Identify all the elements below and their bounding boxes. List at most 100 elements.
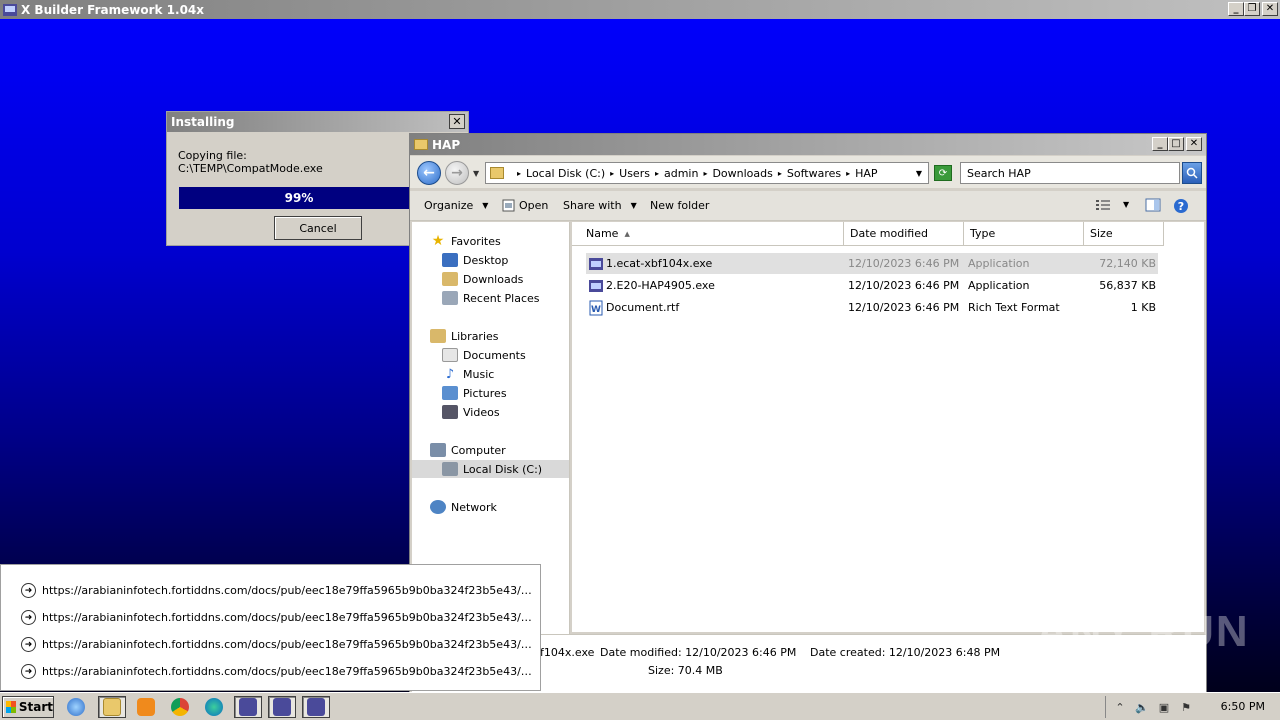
organize-button[interactable]: Organize ▼ — [424, 199, 488, 212]
nav-videos[interactable]: Videos — [442, 403, 500, 421]
explorer-minimize-button[interactable]: _ — [1152, 137, 1168, 151]
chevron-right-icon[interactable]: ▸ — [517, 169, 521, 178]
open-icon — [502, 199, 515, 212]
preview-pane-icon[interactable] — [1145, 198, 1161, 215]
file-size: 56,837 KB — [1099, 279, 1156, 292]
chevron-down-icon: ▼ — [482, 201, 489, 210]
url-suggestion-item[interactable]: ➜ https://arabianinfotech.fortiddns.com/… — [21, 583, 536, 598]
help-icon[interactable]: ? — [1173, 198, 1189, 217]
installing-close-button[interactable]: ✕ — [449, 114, 465, 129]
table-row[interactable]: W Document.rtf 12/10/2023 6:46 PM Rich T… — [586, 297, 1158, 318]
taskbar-edge[interactable] — [200, 696, 228, 718]
column-type-label: Type — [970, 227, 996, 240]
installing-title-bar: Installing ✕ — [167, 112, 468, 132]
url-suggestion-item[interactable]: ➜ https://arabianinfotech.fortiddns.com/… — [21, 637, 536, 652]
nav-local-disk[interactable]: Local Disk (C:) — [412, 460, 569, 478]
chevron-down-icon[interactable]: ▼ — [916, 169, 922, 178]
column-header-size[interactable]: Size — [1084, 222, 1164, 246]
breadcrumb-softwares[interactable]: Softwares — [787, 167, 841, 180]
url-suggestion-item[interactable]: ➜ https://arabianinfotech.fortiddns.com/… — [21, 664, 536, 679]
refresh-icon[interactable]: ⟳ — [934, 165, 952, 181]
breadcrumb-users[interactable]: Users — [619, 167, 650, 180]
nav-libraries[interactable]: Libraries — [430, 327, 499, 345]
nav-documents[interactable]: Documents — [442, 346, 526, 364]
open-button[interactable]: Open — [502, 199, 548, 212]
music-icon: ♪ — [445, 366, 455, 382]
column-header-date[interactable]: Date modified — [844, 222, 964, 246]
action-center-flag-icon[interactable]: ⚑ — [1178, 699, 1194, 715]
column-name-label: Name — [586, 227, 619, 240]
file-list: Name ▲ Date modified Type Size 1.ecat-xbf… — [572, 222, 1204, 632]
file-date: 12/10/2023 6:46 PM — [848, 301, 960, 314]
url-text: https://arabianinfotech.fortiddns.com/do… — [42, 665, 536, 678]
taskbar-app-3[interactable] — [302, 696, 330, 718]
nav-local-disk-label: Local Disk (C:) — [463, 462, 543, 476]
chevron-right-icon[interactable]: ▸ — [610, 169, 614, 178]
close-button[interactable]: ✕ — [1262, 2, 1278, 16]
taskbar-chrome[interactable] — [166, 696, 194, 718]
column-header-type[interactable]: Type — [964, 222, 1084, 246]
chevron-right-icon[interactable]: ▸ — [846, 169, 850, 178]
application-icon — [239, 698, 257, 716]
breadcrumb[interactable]: ▸ Local Disk (C:) ▸ Users ▸ admin ▸ Down… — [485, 162, 929, 184]
forward-arrow-icon[interactable]: → — [445, 161, 469, 185]
breadcrumb-admin[interactable]: admin — [664, 167, 698, 180]
installing-message: Copying file: C:\TEMP\CompatMode.exe — [178, 149, 323, 175]
chevron-down-icon[interactable]: ▼ — [1123, 200, 1129, 209]
share-with-button[interactable]: Share with ▼ — [563, 199, 637, 212]
chevron-right-icon[interactable]: ▸ — [703, 169, 707, 178]
nav-downloads-label: Downloads — [463, 272, 524, 286]
network-icon[interactable]: ▣ — [1156, 699, 1172, 715]
table-row[interactable]: 1.ecat-xbf104x.exe 12/10/2023 6:46 PM Ap… — [586, 253, 1158, 274]
svg-text:?: ? — [1178, 200, 1184, 213]
nav-desktop[interactable]: Desktop — [442, 251, 508, 269]
explorer-maximize-button[interactable]: □ — [1168, 137, 1184, 151]
file-date: 12/10/2023 6:46 PM — [848, 279, 960, 292]
show-hidden-icons-icon[interactable]: ⌃ — [1112, 699, 1128, 715]
nav-music[interactable]: ♪ Music — [442, 365, 494, 383]
explorer-title-bar: HAP _ □ ✕ — [410, 134, 1206, 155]
back-arrow-icon[interactable]: ← — [417, 161, 441, 185]
breadcrumb-downloads[interactable]: Downloads — [712, 167, 772, 180]
taskbar-explorer[interactable] — [98, 696, 126, 718]
nav-network[interactable]: Network — [430, 498, 497, 516]
application-icon — [589, 279, 603, 292]
taskbar-app-1[interactable] — [234, 696, 262, 718]
minimize-button[interactable]: _ — [1228, 2, 1244, 16]
view-options-icon[interactable] — [1095, 198, 1111, 215]
search-input[interactable]: Search HAP — [960, 162, 1180, 184]
restore-button[interactable]: ❐ — [1244, 2, 1260, 16]
taskbar-media-player[interactable] — [132, 696, 160, 718]
nav-recent-places[interactable]: Recent Places — [442, 289, 540, 307]
cancel-button[interactable]: Cancel — [274, 216, 362, 240]
start-button[interactable]: Start — [2, 696, 54, 718]
recent-pages-chevron-icon[interactable]: ▼ — [473, 169, 479, 178]
chrome-icon — [171, 698, 189, 716]
nav-computer-label: Computer — [451, 443, 506, 457]
nav-pictures[interactable]: Pictures — [442, 384, 507, 402]
search-icon[interactable] — [1182, 162, 1202, 184]
taskbar-app-2[interactable] — [268, 696, 296, 718]
volume-icon[interactable]: 🔈 — [1134, 699, 1150, 715]
clock[interactable]: 6:50 PM — [1221, 700, 1265, 713]
table-row[interactable]: 2.E20-HAP4905.exe 12/10/2023 6:46 PM App… — [586, 275, 1158, 296]
breadcrumb-hap[interactable]: HAP — [855, 167, 877, 180]
url-text: https://arabianinfotech.fortiddns.com/do… — [42, 611, 536, 624]
nav-recent-places-label: Recent Places — [463, 291, 540, 305]
nav-downloads[interactable]: Downloads — [442, 270, 523, 288]
arrow-right-circle-icon: ➜ — [21, 664, 36, 679]
downloads-icon — [442, 272, 458, 286]
svg-text:W: W — [591, 305, 601, 315]
new-folder-button[interactable]: New folder — [650, 199, 709, 212]
chevron-right-icon[interactable]: ▸ — [778, 169, 782, 178]
chevron-right-icon[interactable]: ▸ — [655, 169, 659, 178]
taskbar-internet-explorer[interactable] — [62, 696, 90, 718]
column-header-name[interactable]: Name ▲ — [572, 222, 844, 246]
folder-icon — [414, 139, 428, 150]
folder-icon — [103, 698, 121, 716]
nav-favorites[interactable]: ★ Favorites — [430, 232, 501, 250]
breadcrumb-local-disk[interactable]: Local Disk (C:) — [526, 167, 605, 180]
url-suggestion-item[interactable]: ➜ https://arabianinfotech.fortiddns.com/… — [21, 610, 536, 625]
explorer-close-button[interactable]: ✕ — [1186, 137, 1202, 151]
nav-computer[interactable]: Computer — [430, 441, 506, 459]
